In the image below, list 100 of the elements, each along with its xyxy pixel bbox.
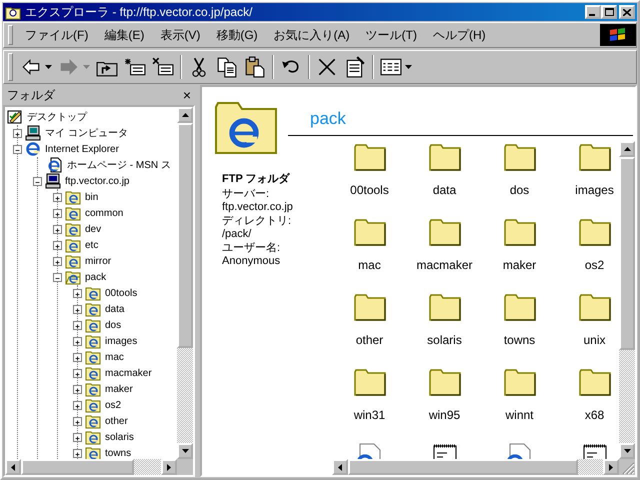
tree-item[interactable]: デスクトップ bbox=[26, 110, 88, 124]
tree-item[interactable]: Internet Explorer bbox=[44, 144, 120, 154]
expand-toggle[interactable] bbox=[73, 288, 82, 298]
tree-item[interactable]: maker bbox=[104, 384, 134, 394]
collapse-toggle[interactable] bbox=[33, 176, 42, 186]
plus-icon bbox=[74, 386, 81, 394]
tree-item[interactable]: solaris bbox=[104, 432, 135, 442]
scroll-up-button[interactable] bbox=[177, 107, 193, 123]
menu-item[interactable]: お気に入り(A) bbox=[266, 24, 358, 46]
horizontal-scrollbar[interactable] bbox=[332, 459, 619, 475]
tree-item[interactable]: bin bbox=[84, 192, 100, 202]
folder-icon bbox=[578, 218, 610, 246]
expand-toggle[interactable] bbox=[73, 416, 82, 426]
tree-item[interactable]: 00tools bbox=[104, 288, 138, 298]
expand-toggle[interactable] bbox=[73, 352, 82, 362]
expand-toggle[interactable] bbox=[73, 384, 82, 394]
info-heading: FTP フォルダ bbox=[222, 172, 291, 186]
expand-toggle[interactable] bbox=[73, 432, 82, 442]
tree-item[interactable]: towns bbox=[104, 448, 132, 458]
menu-item[interactable]: ファイル(F) bbox=[17, 24, 96, 46]
tree-item[interactable]: dev bbox=[84, 224, 102, 234]
menu-item[interactable]: 移動(G) bbox=[208, 24, 266, 46]
tree-item[interactable]: data bbox=[104, 304, 126, 314]
plus-icon bbox=[74, 306, 81, 314]
folder-title: pack bbox=[288, 109, 633, 136]
tree-item[interactable]: common bbox=[84, 208, 124, 218]
file-name[interactable]: maker bbox=[502, 258, 536, 272]
file-name[interactable]: os2 bbox=[584, 258, 604, 272]
tree-item[interactable]: mirror bbox=[84, 256, 112, 266]
expand-toggle[interactable] bbox=[53, 208, 62, 218]
tree-item[interactable]: pack bbox=[84, 272, 108, 282]
scrollbar-thumb[interactable] bbox=[619, 157, 635, 350]
tree-item[interactable]: mac bbox=[104, 352, 125, 362]
expand-toggle[interactable] bbox=[13, 128, 22, 138]
expand-toggle[interactable] bbox=[73, 320, 82, 330]
menu-item[interactable]: 編集(E) bbox=[96, 24, 152, 46]
pane-title: フォルダ bbox=[7, 86, 55, 104]
minimize-button[interactable] bbox=[585, 5, 601, 19]
close-button[interactable] bbox=[619, 5, 635, 19]
expand-toggle[interactable] bbox=[73, 368, 82, 378]
file-name[interactable]: x68 bbox=[584, 408, 604, 422]
file-name[interactable]: macmaker bbox=[416, 258, 472, 272]
scrollbar-thumb[interactable] bbox=[177, 123, 193, 348]
tree-item[interactable]: other bbox=[104, 416, 129, 426]
tree-item[interactable]: os2 bbox=[104, 400, 122, 410]
close-pane-button[interactable]: × bbox=[182, 87, 191, 103]
file-name[interactable]: winnt bbox=[505, 408, 534, 422]
folder-icon bbox=[578, 368, 610, 396]
file-name[interactable]: images bbox=[575, 183, 614, 197]
folder-icon bbox=[428, 293, 460, 321]
scroll-left-button[interactable] bbox=[5, 459, 21, 475]
file-name[interactable]: other bbox=[356, 333, 384, 347]
folder-icon bbox=[428, 218, 460, 246]
expand-toggle[interactable] bbox=[73, 448, 82, 458]
menu-item[interactable]: ヘルプ(H) bbox=[424, 24, 494, 46]
file-name[interactable]: data bbox=[432, 183, 456, 197]
file-name[interactable]: dos bbox=[510, 183, 530, 197]
maximize-button[interactable] bbox=[601, 5, 617, 19]
expand-toggle[interactable] bbox=[53, 192, 62, 202]
tree-item[interactable]: マイ コンピュータ bbox=[44, 126, 129, 140]
expand-toggle[interactable] bbox=[53, 256, 62, 266]
tree-item[interactable]: macmaker bbox=[104, 368, 153, 378]
info-text: ディレクトリ: /pack/ bbox=[222, 214, 292, 240]
scrollbar-thumb[interactable] bbox=[348, 459, 578, 475]
scroll-down-button[interactable] bbox=[619, 443, 635, 459]
expand-toggle[interactable] bbox=[73, 336, 82, 346]
scroll-right-button[interactable] bbox=[602, 459, 619, 475]
file-name[interactable]: mac bbox=[358, 258, 381, 272]
expand-toggle[interactable] bbox=[73, 400, 82, 410]
tree-item[interactable]: dos bbox=[104, 320, 122, 330]
file-name[interactable]: 00tools bbox=[350, 183, 389, 197]
up-arrow-icon bbox=[624, 147, 630, 151]
collapse-toggle[interactable] bbox=[13, 144, 22, 154]
expand-toggle[interactable] bbox=[73, 304, 82, 314]
tree-item[interactable]: etc bbox=[84, 240, 100, 250]
file-name[interactable]: solaris bbox=[427, 333, 462, 347]
tree-item[interactable]: ftp.vector.co.jp bbox=[64, 176, 130, 186]
file-name[interactable]: win31 bbox=[354, 408, 386, 422]
plus-icon bbox=[74, 322, 81, 330]
expand-toggle[interactable] bbox=[53, 224, 62, 234]
plus-icon bbox=[14, 130, 21, 138]
scroll-down-button[interactable] bbox=[177, 443, 193, 459]
expand-toggle[interactable] bbox=[53, 240, 62, 250]
scroll-left-button[interactable] bbox=[332, 459, 348, 475]
file-name[interactable]: win95 bbox=[428, 408, 460, 422]
vertical-scrollbar[interactable] bbox=[177, 107, 193, 459]
scroll-right-button[interactable] bbox=[161, 459, 177, 475]
tree-item[interactable]: images bbox=[104, 336, 138, 346]
vertical-scrollbar[interactable] bbox=[619, 141, 635, 459]
file-name[interactable]: unix bbox=[583, 333, 606, 347]
globe-folder-icon bbox=[85, 413, 101, 429]
collapse-toggle[interactable] bbox=[53, 272, 62, 282]
file-name[interactable]: towns bbox=[504, 333, 536, 347]
scroll-up-button[interactable] bbox=[619, 141, 635, 157]
horizontal-scrollbar[interactable] bbox=[5, 459, 177, 475]
tree-item[interactable]: ホームページ - MSN ス bbox=[66, 158, 172, 172]
menu-item[interactable]: ツール(T) bbox=[358, 24, 425, 46]
scrollbar-thumb[interactable] bbox=[21, 459, 134, 475]
info-text: サーバー: ftp.vector.co.jp bbox=[222, 187, 294, 213]
menu-item[interactable]: 表示(V) bbox=[152, 24, 208, 46]
